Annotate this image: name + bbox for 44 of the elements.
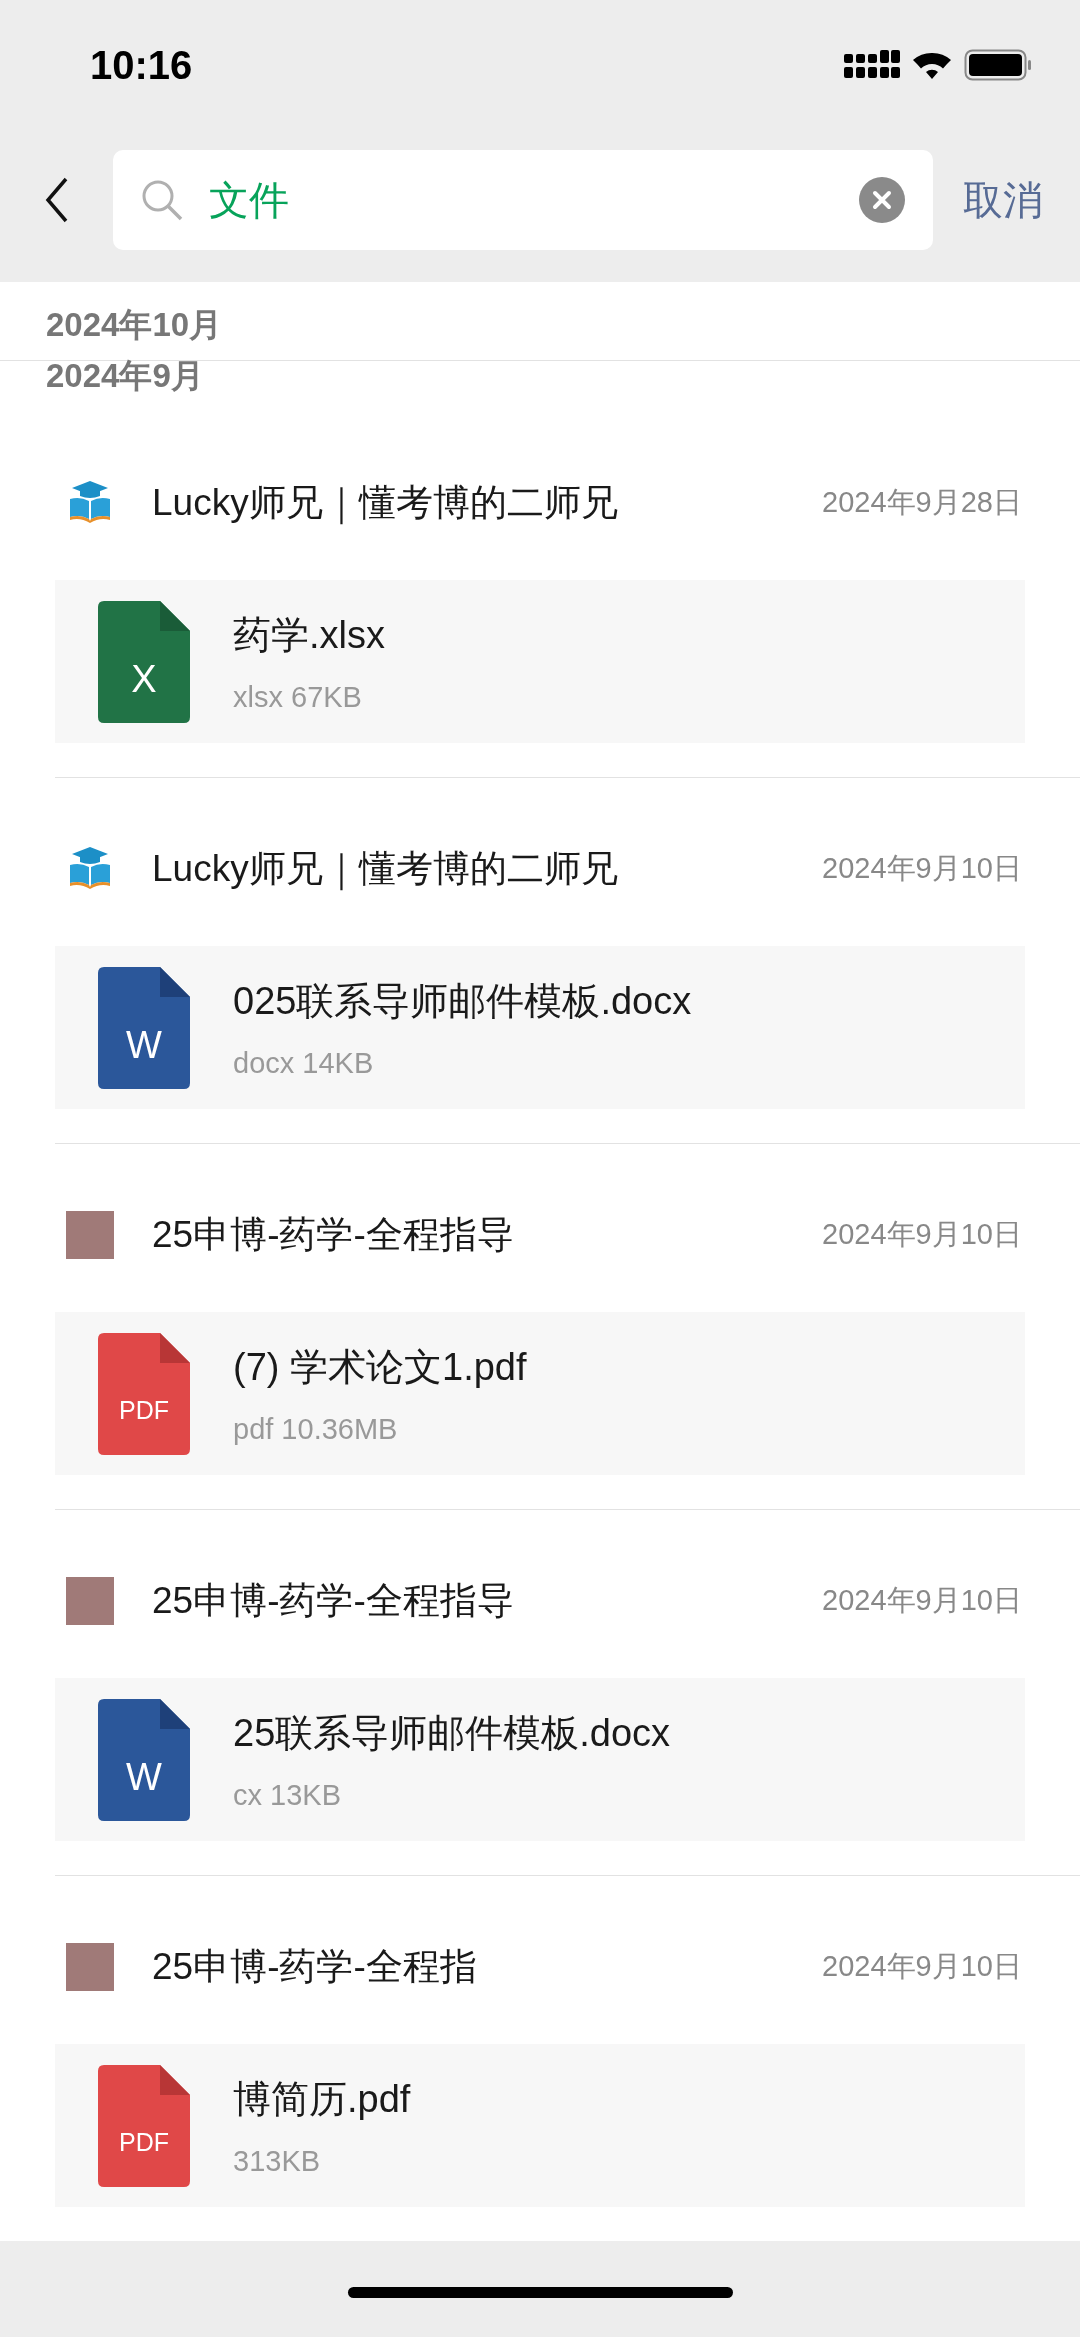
file-icon: W [98,966,190,1089]
month-heading: 2024年9月 [45,361,205,396]
file-card[interactable]: W 25联系导师邮件模板.docx cx 13KB [55,1678,1025,1841]
file-size: xlsx 67KB [233,680,363,714]
sender-name: Lucky师兄｜懂考博的二师兄 [152,847,619,893]
sender-name: 25申博-药学-全程指 [152,1945,478,1989]
file-name: 博简历.pdf [233,2076,411,2122]
file-icon: PDF [98,1332,190,1455]
sender-name: Lucky师兄｜懂考博的二师兄 [152,481,619,527]
wifi-icon [912,50,952,80]
file-card[interactable]: X 药学.xlsx xlsx 67KB [55,580,1025,743]
file-size: pdf 10.36MB [233,1412,399,1446]
home-indicator[interactable] [347,2286,733,2298]
sender-name: 25申博-药学-全程指导 [152,1213,515,1257]
cancel-button[interactable]: 取消 [963,172,1043,228]
status-time: 10:16 [90,42,193,88]
battery-icon [964,49,1032,81]
message-date: 2024年9月28日 [822,485,1022,520]
search-icon [141,179,183,221]
clear-icon[interactable] [859,177,905,223]
avatar [66,1577,114,1625]
signal-icon [844,50,900,80]
file-card[interactable]: W 025联系导师邮件模板.docx docx 14KB [55,946,1025,1109]
file-name: 025联系导师邮件模板.docx [233,978,692,1024]
message-date: 2024年9月10日 [822,851,1022,886]
file-name: 25联系导师邮件模板.docx [233,1710,671,1756]
file-size: docx 14KB [233,1046,375,1080]
month-heading: 2024年10月 [45,304,224,345]
file-card[interactable]: PDF 博简历.pdf 313KB [55,2044,1025,2207]
file-size: cx 13KB [233,1778,342,1812]
file-name: 药学.xlsx [233,612,385,658]
file-icon: X [98,600,190,723]
file-icon: PDF [98,2064,190,2187]
file-card[interactable]: PDF (7) 学术论文1.pdf pdf 10.36MB [55,1312,1025,1475]
back-icon[interactable] [44,177,69,223]
file-size: 313KB [233,2144,322,2178]
file-name: (7) 学术论文1.pdf [233,1344,527,1390]
message-date: 2024年9月10日 [822,1583,1022,1618]
message-date: 2024年9月10日 [822,1217,1022,1252]
file-icon: W [98,1698,190,1821]
avatar [66,1211,114,1259]
sender-name: 25申博-药学-全程指导 [152,1579,515,1623]
message-date: 2024年9月10日 [822,1949,1022,1984]
avatar [66,1943,114,1991]
